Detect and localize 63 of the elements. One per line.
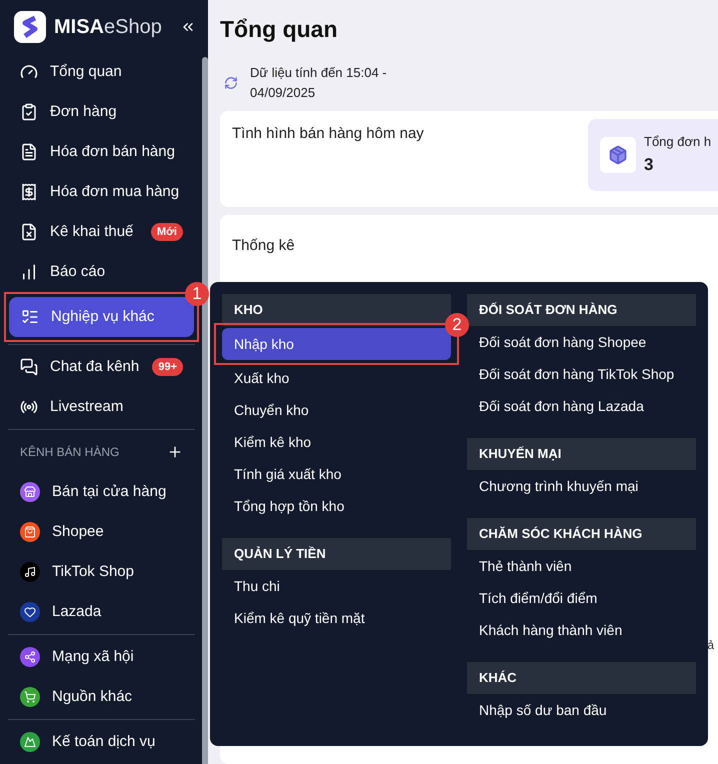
refresh-icon[interactable] — [224, 76, 238, 90]
menu-item[interactable]: Đối soát đơn hàng Shopee — [467, 326, 696, 358]
column-header: ả — [707, 637, 714, 654]
chat-icon — [20, 358, 38, 376]
menu-group-title: CHĂM SÓC KHÁCH HÀNG — [467, 518, 696, 550]
nav-item[interactable]: Đơn hàng — [8, 92, 195, 132]
menu-group-title: QUẢN LÝ TIỀN — [222, 538, 451, 570]
broadcast-icon — [20, 398, 38, 416]
logo-icon — [14, 11, 46, 43]
product-name: eShop — [104, 15, 162, 40]
card-title: Thống kê — [232, 236, 296, 256]
menu-item[interactable]: Tính giá xuất kho — [222, 458, 451, 490]
nav-item[interactable]: Nguồn khác — [8, 677, 195, 717]
menu-item[interactable]: Kiểm kê kho — [222, 426, 451, 458]
stat-label: Tổng đơn h — [644, 133, 712, 151]
nav-item[interactable]: Bán tại cửa hàng — [8, 472, 195, 512]
menu-item[interactable]: Đối soát đơn hàng TikTok Shop — [467, 358, 696, 390]
menu-item[interactable]: Thẻ thành viên — [467, 550, 696, 582]
document-icon — [20, 143, 38, 161]
menu-item[interactable]: Tích điểm/đổi điểm — [467, 582, 696, 614]
count-badge: Mới — [150, 223, 183, 241]
menu-group-title: KHÁC — [467, 662, 696, 694]
menu-group-title: ĐỐI SOÁT ĐƠN HÀNG — [467, 294, 696, 326]
add-icon[interactable] — [167, 444, 183, 460]
menu-group-title: KHO — [222, 294, 451, 326]
menu-item[interactable]: Chuyển kho — [222, 394, 451, 426]
menu-item[interactable]: Nhập kho — [222, 328, 451, 360]
receipt-icon — [20, 183, 38, 201]
nav-item[interactable]: Livestream — [8, 387, 195, 427]
menu-item[interactable]: Xuất kho — [222, 362, 451, 394]
menu-item[interactable]: Kiểm kê quỹ tiền mặt — [222, 602, 451, 634]
updated-time: Dữ liệu tính đến 15:04 - 04/09/2025 — [250, 64, 388, 102]
nav-item[interactable]: Kế toán dịch vụ — [8, 722, 195, 762]
nav-item[interactable]: Hóa đơn mua hàng — [8, 172, 195, 212]
clipboard-icon — [20, 103, 38, 121]
brand-name: MISA — [54, 15, 104, 40]
document-icon — [20, 223, 38, 241]
nav-item[interactable]: TikTok Shop — [8, 552, 195, 592]
nav-item[interactable]: Hóa đơn bán hàng — [8, 132, 195, 172]
page-title: Tổng quan — [220, 15, 339, 44]
nav-item[interactable]: Chat đa kênh 99+ — [8, 347, 195, 387]
callout-badge: 1 — [185, 282, 209, 306]
nav-item[interactable]: Mạng xã hội — [8, 637, 195, 677]
bar-chart-icon — [20, 263, 38, 281]
menu-item[interactable]: Đối soát đơn hàng Lazada — [467, 390, 696, 422]
menu-item[interactable]: Chương trình khuyến mại — [467, 470, 696, 502]
menu-item[interactable]: Tổng hợp tồn kho — [222, 490, 451, 522]
stat-value: 3 — [644, 154, 654, 176]
menu-item[interactable]: Khách hàng thành viên — [467, 614, 696, 646]
menu-item[interactable]: Nhập số dư ban đầu — [467, 694, 696, 726]
nav-item[interactable]: Shopee — [8, 512, 195, 552]
gauge-icon — [20, 63, 38, 81]
section-title: KÊNH BÁN HÀNG — [20, 444, 120, 461]
list-icon — [21, 308, 39, 326]
nav-item[interactable]: Nghiệp vụ khác — [9, 297, 194, 337]
card-title: Tình hình bán hàng hôm nay — [232, 124, 425, 144]
menu-group-title: KHUYẾN MẠI — [467, 438, 696, 470]
nav-item[interactable]: Lazada — [8, 592, 195, 632]
menu-item[interactable]: Thu chi — [222, 570, 451, 602]
nav-item[interactable]: Tổng quan — [8, 52, 195, 92]
package-icon — [600, 136, 636, 172]
count-badge: 99+ — [152, 358, 183, 376]
nav-item[interactable]: Kê khai thuế Mới — [8, 212, 195, 252]
